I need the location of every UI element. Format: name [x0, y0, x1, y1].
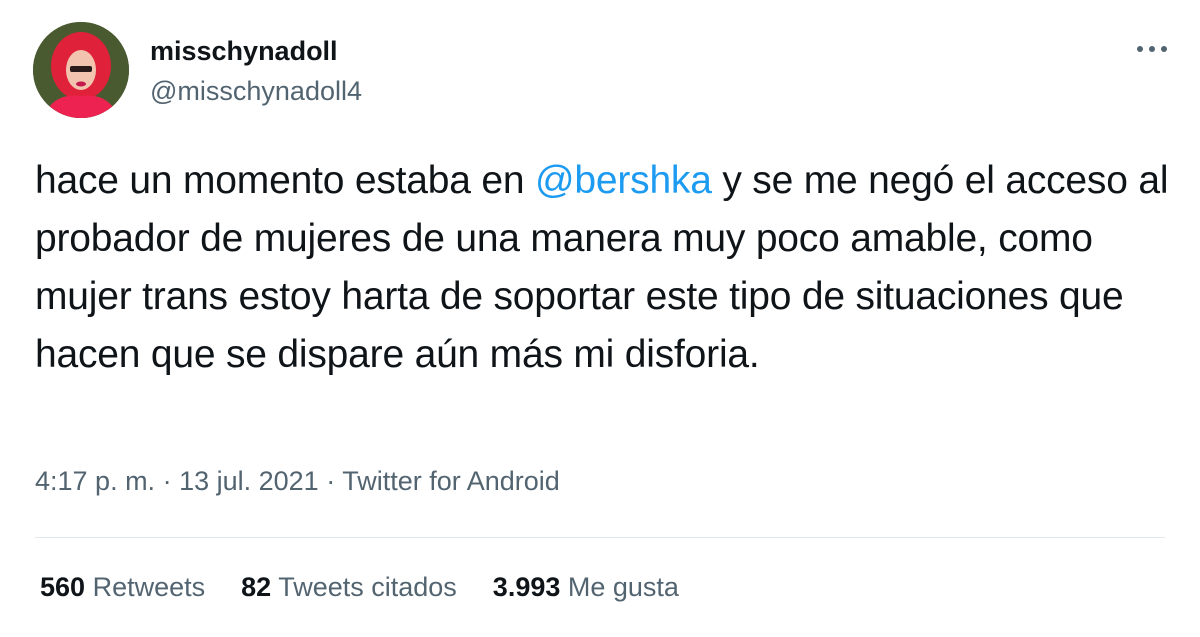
likes-stat[interactable]: 3.993 Me gusta	[493, 572, 679, 603]
tweet-date[interactable]: 13 jul. 2021	[179, 466, 319, 496]
author-display-name[interactable]: misschynadoll	[150, 36, 338, 67]
divider	[35, 537, 1165, 538]
author-handle[interactable]: @misschynadoll4	[150, 76, 362, 107]
tweet-text: hace un momento estaba en @bershka y se …	[35, 152, 1175, 384]
tweet-time[interactable]: 4:17 p. m.	[35, 466, 155, 496]
likes-label: Me gusta	[567, 572, 679, 602]
meta-separator: ·	[318, 466, 343, 496]
tweet-text-part: hace un momento estaba en	[35, 159, 535, 202]
quotes-label: Tweets citados	[278, 572, 457, 602]
meta-separator: ·	[155, 466, 180, 496]
tweet-metadata: 4:17 p. m. · 13 jul. 2021 · Twitter for …	[35, 466, 560, 497]
quotes-count: 82	[241, 572, 272, 602]
mention-link[interactable]: @bershka	[535, 159, 712, 202]
retweets-stat[interactable]: 560 Retweets	[40, 572, 205, 603]
avatar-photo-icon	[33, 22, 129, 118]
retweets-label: Retweets	[92, 572, 206, 602]
more-options-icon[interactable]	[1132, 34, 1172, 64]
quotes-stat[interactable]: 82 Tweets citados	[241, 572, 457, 603]
avatar[interactable]	[33, 22, 129, 118]
tweet-stats: 560 Retweets 82 Tweets citados 3.993 Me gu…	[40, 572, 715, 603]
tweet-card: misschynadoll @misschynadoll4 hace un mo…	[0, 0, 1200, 637]
tweet-source[interactable]: Twitter for Android	[342, 466, 560, 496]
likes-count: 3.993	[492, 572, 561, 602]
retweets-count: 560	[40, 572, 86, 602]
